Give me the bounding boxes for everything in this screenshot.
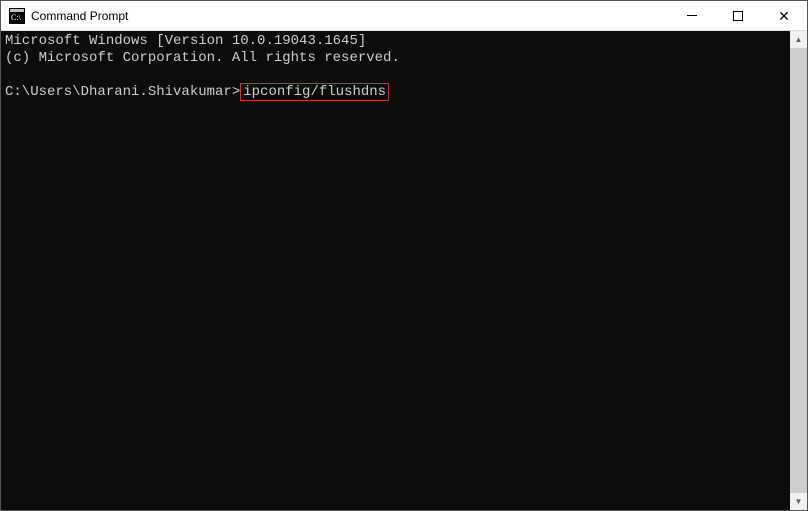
maximize-button[interactable] <box>715 1 761 30</box>
scroll-up-arrow[interactable]: ▲ <box>790 31 807 48</box>
command-prompt-window: C:\ Command Prompt ✕ Microsoft Windows [… <box>0 0 808 511</box>
scroll-track[interactable] <box>790 48 807 493</box>
close-icon: ✕ <box>778 9 790 23</box>
terminal-output[interactable]: Microsoft Windows [Version 10.0.19043.16… <box>1 31 790 510</box>
version-line: Microsoft Windows [Version 10.0.19043.16… <box>5 33 366 49</box>
command-highlight: ipconfig/flushdns <box>240 83 389 101</box>
vertical-scrollbar[interactable]: ▲ ▼ <box>790 31 807 510</box>
minimize-button[interactable] <box>669 1 715 30</box>
svg-text:C:\: C:\ <box>11 13 22 22</box>
close-button[interactable]: ✕ <box>761 1 807 30</box>
copyright-line: (c) Microsoft Corporation. All rights re… <box>5 50 400 66</box>
window-controls: ✕ <box>669 1 807 30</box>
minimize-icon <box>687 15 697 16</box>
titlebar[interactable]: C:\ Command Prompt ✕ <box>1 1 807 31</box>
maximize-icon <box>733 11 743 21</box>
scroll-thumb[interactable] <box>790 48 807 493</box>
cmd-icon: C:\ <box>9 8 25 24</box>
content-area: Microsoft Windows [Version 10.0.19043.16… <box>1 31 807 510</box>
command-text: ipconfig/flushdns <box>243 84 386 100</box>
window-title: Command Prompt <box>31 9 669 23</box>
prompt-path: C:\Users\Dharani.Shivakumar> <box>5 84 240 100</box>
scroll-down-arrow[interactable]: ▼ <box>790 493 807 510</box>
